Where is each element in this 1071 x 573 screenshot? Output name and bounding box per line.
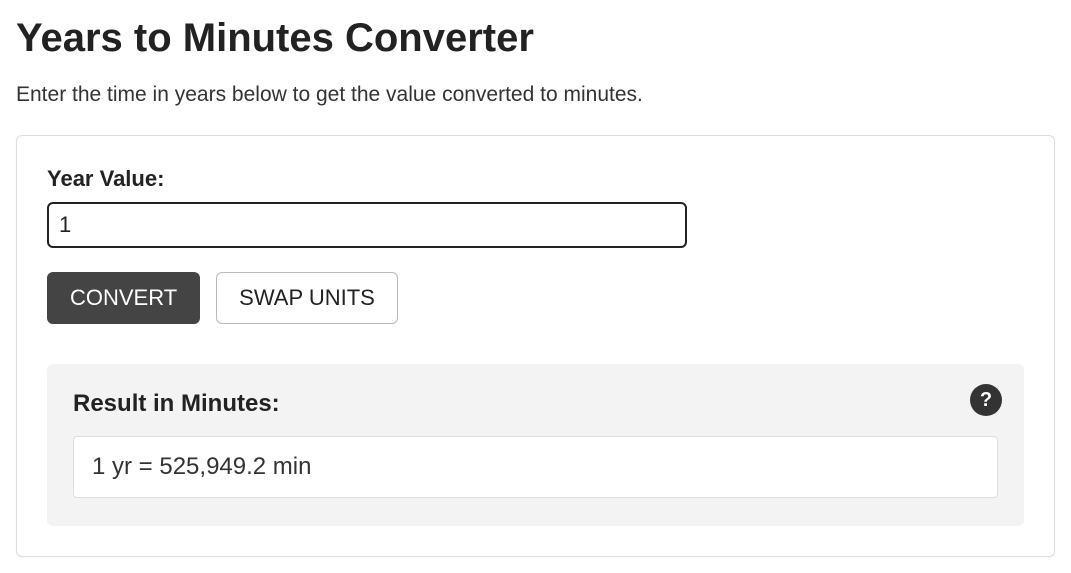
result-panel: ? Result in Minutes: 1 yr = 525,949.2 mi… — [47, 364, 1024, 526]
year-value-input[interactable] — [47, 202, 687, 248]
page-description: Enter the time in years below to get the… — [16, 83, 1055, 107]
button-row: CONVERT SWAP UNITS — [47, 272, 1024, 324]
page-title: Years to Minutes Converter — [16, 16, 1055, 61]
convert-button[interactable]: CONVERT — [47, 272, 200, 324]
result-label: Result in Minutes: — [73, 390, 998, 418]
help-icon[interactable]: ? — [970, 384, 1002, 416]
input-label: Year Value: — [47, 166, 1024, 192]
converter-card: Year Value: CONVERT SWAP UNITS ? Result … — [16, 135, 1055, 557]
result-value: 1 yr = 525,949.2 min — [73, 436, 998, 498]
swap-units-button[interactable]: SWAP UNITS — [216, 272, 398, 324]
